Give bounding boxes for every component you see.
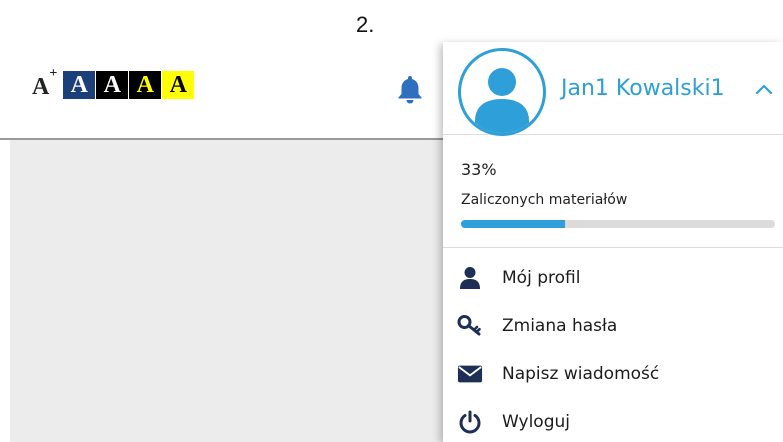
progress-label: Zaliczonych materiałów [461, 192, 628, 208]
step-number: 2. [356, 12, 375, 37]
chevron-up-icon[interactable] [755, 82, 773, 96]
font-size-toggle[interactable]: A+ [32, 66, 58, 101]
font-size-label: A [32, 74, 50, 100]
power-icon [457, 409, 483, 435]
divider [443, 247, 783, 248]
contrast-yellow-on-black-button[interactable]: A [129, 70, 162, 99]
menu-item-logout[interactable]: Wyloguj [443, 398, 783, 442]
user-avatar-icon[interactable] [458, 48, 546, 136]
menu-item-label: Zmiana hasła [502, 316, 618, 336]
menu-item-change-password[interactable]: Zmiana hasła [443, 302, 783, 350]
contrast-white-on-black-button[interactable]: A [96, 70, 129, 99]
envelope-icon [457, 361, 483, 387]
bell-icon[interactable] [396, 74, 424, 104]
page: 2. A+ A A A A Jan1 Kowalski1 33% Zaliczo… [0, 0, 783, 442]
progress-percent: 33% [461, 160, 497, 179]
progress-bar-fill [461, 220, 565, 228]
user-header: Jan1 Kowalski1 [443, 42, 783, 136]
menu-item-label: Wyloguj [502, 412, 570, 432]
contrast-black-on-yellow-button[interactable]: A [162, 70, 195, 99]
menu-item-my-profile[interactable]: Mój profil [443, 254, 783, 302]
font-size-plus: + [49, 66, 58, 81]
user-name[interactable]: Jan1 Kowalski1 [561, 76, 725, 101]
progress-bar [461, 220, 775, 228]
menu-item-label: Napisz wiadomość [502, 364, 660, 384]
accessibility-toolbar: A+ A A A A [32, 66, 195, 101]
user-dropdown-menu: Jan1 Kowalski1 33% Zaliczonych materiałó… [443, 42, 783, 442]
user-icon [457, 265, 483, 291]
content-area [10, 140, 443, 442]
contrast-default-button[interactable]: A [63, 70, 96, 99]
user-menu-list: Mój profil Zmiana hasła Napisz wiadomość… [443, 254, 783, 442]
key-icon [457, 313, 483, 339]
menu-item-label: Mój profil [502, 268, 581, 288]
menu-item-write-message[interactable]: Napisz wiadomość [443, 350, 783, 398]
